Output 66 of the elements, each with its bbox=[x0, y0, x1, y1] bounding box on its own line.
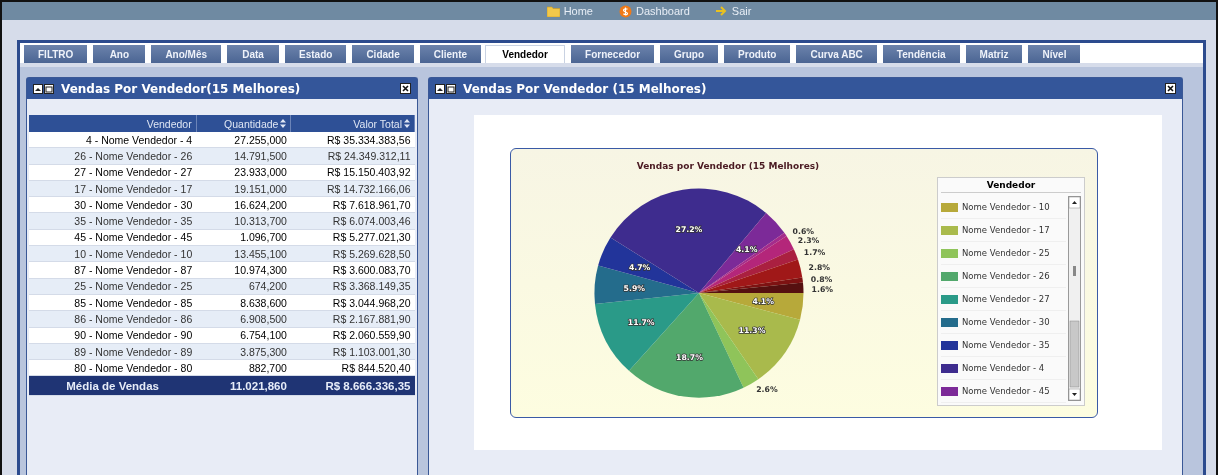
tab[interactable]: Data bbox=[225, 45, 280, 63]
legend-label: Nome Vendedor - 35 bbox=[962, 340, 1050, 350]
legend-label: Nome Vendedor - 17 bbox=[962, 225, 1050, 235]
legend-label: Nome Vendedor - 30 bbox=[962, 317, 1050, 327]
data-label: 11.7% bbox=[627, 318, 655, 328]
tab[interactable]: Fornecedor bbox=[569, 45, 655, 63]
close-icon[interactable] bbox=[1165, 83, 1176, 94]
chart-title: Vendas por Vendedor (15 Melhores) bbox=[636, 161, 820, 171]
column-header[interactable]: Quantidade bbox=[196, 115, 291, 132]
panel-title: Vendas Por Vendedor(15 Melhores) bbox=[61, 81, 302, 96]
data-label: 4.7% bbox=[628, 262, 651, 272]
data-label: 5.9% bbox=[623, 283, 646, 293]
data-label: 18.7% bbox=[676, 353, 703, 363]
tab[interactable]: Ano/Mês bbox=[149, 45, 222, 63]
data-label: 2.3% bbox=[797, 236, 820, 246]
table-cell: 4 - Nome Vendedor - 4 bbox=[29, 132, 197, 148]
data-label: 2.6% bbox=[756, 385, 778, 395]
tab[interactable]: Matriz bbox=[963, 45, 1023, 63]
tab[interactable]: FILTRO bbox=[22, 45, 88, 63]
tab[interactable]: Ano bbox=[91, 45, 146, 63]
pie-slice[interactable] bbox=[610, 188, 767, 294]
coin-icon bbox=[618, 4, 632, 18]
nav-link[interactable]: Sair bbox=[715, 5, 752, 17]
data-label: 1.6% bbox=[811, 284, 834, 294]
data-label: 0.6% bbox=[792, 226, 815, 236]
tab[interactable]: Nível bbox=[1026, 45, 1081, 63]
tab[interactable]: Estado bbox=[283, 45, 347, 63]
tab[interactable]: Curva ABC bbox=[794, 45, 877, 63]
column-header[interactable]: Valor Total bbox=[290, 115, 415, 132]
nav-link[interactable]: Dashboard bbox=[618, 4, 690, 18]
pie-slice[interactable] bbox=[594, 265, 699, 304]
window-controls-icon[interactable] bbox=[33, 83, 55, 94]
pie-slice[interactable] bbox=[598, 237, 699, 294]
window-controls-icon[interactable] bbox=[435, 83, 457, 94]
panel-title: Vendas Por Vendedor (15 Melhores) bbox=[463, 81, 708, 96]
close-icon[interactable] bbox=[400, 83, 411, 94]
summary-cell: Média de Vendas bbox=[29, 375, 197, 396]
tab[interactable]: Grupo bbox=[658, 45, 719, 63]
summary-cell: 11.021,860 bbox=[196, 375, 291, 396]
legend-label: Nome Vendedor - 27 bbox=[962, 294, 1050, 304]
scrollbar[interactable] bbox=[1068, 196, 1081, 401]
nav-link[interactable]: Home bbox=[546, 5, 593, 17]
legend-title: Vendedor bbox=[941, 180, 1081, 193]
tab[interactable]: Produto bbox=[722, 45, 791, 63]
arrow-icon bbox=[715, 6, 728, 16]
tab[interactable]: Tendência bbox=[880, 45, 960, 63]
pie-slice[interactable] bbox=[698, 259, 803, 294]
legend-label: Nome Vendedor - 4 bbox=[962, 363, 1045, 373]
table-cell: R$ 35.334.383,56 bbox=[290, 132, 415, 148]
legend-label: Nome Vendedor - 45 bbox=[962, 386, 1050, 396]
tab[interactable]: Cliente bbox=[417, 45, 482, 63]
table-cell: 27.255,000 bbox=[196, 132, 291, 148]
data-label: 27.2% bbox=[675, 224, 703, 234]
data-label: 2.8% bbox=[808, 262, 831, 272]
legend-label: Nome Vendedor - 25 bbox=[962, 248, 1050, 258]
data-label: 4.1% bbox=[752, 297, 774, 307]
folder-icon bbox=[546, 5, 560, 17]
data-label: 11.3% bbox=[738, 326, 766, 336]
legend-label: Nome Vendedor - 10 bbox=[962, 202, 1050, 212]
data-label: 0.8% bbox=[810, 275, 833, 285]
data-label: 1.7% bbox=[803, 247, 826, 257]
legend-label: Nome Vendedor - 26 bbox=[962, 271, 1050, 281]
tab[interactable]: Vendedor bbox=[485, 45, 566, 63]
data-label: 4.1% bbox=[735, 245, 758, 255]
tab[interactable]: Cidade bbox=[350, 45, 414, 63]
column-header[interactable]: Vendedor bbox=[29, 115, 197, 132]
